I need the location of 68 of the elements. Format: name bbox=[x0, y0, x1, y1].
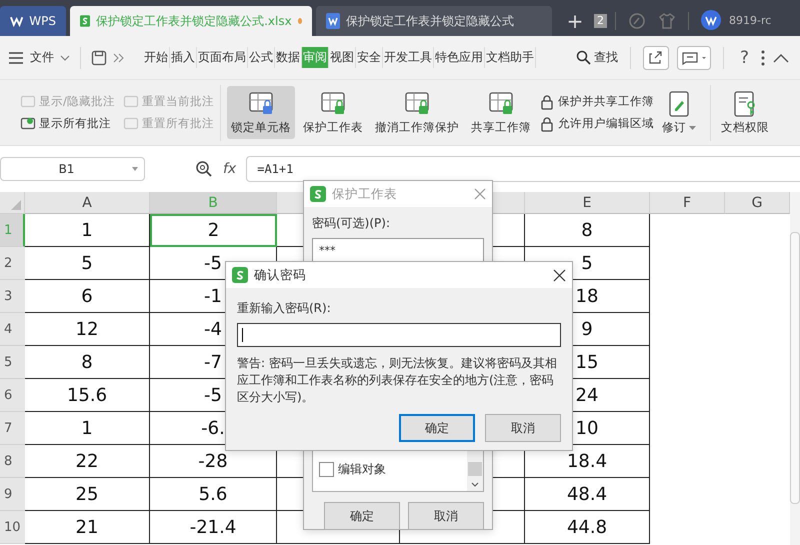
file-tab[interactable]: 保护锁定工作表并锁定隐藏公式 bbox=[316, 6, 552, 36]
table-cell: 1 bbox=[25, 412, 150, 445]
row-header[interactable]: 5 bbox=[0, 346, 25, 379]
table-cell: 48.4 bbox=[525, 478, 650, 511]
ribbon-button[interactable]: 允许用户编辑区域 bbox=[538, 116, 654, 132]
revise-button[interactable]: 修订 bbox=[658, 86, 700, 139]
table-cell: 5 bbox=[25, 247, 150, 280]
row-header[interactable]: 8 bbox=[0, 445, 25, 478]
revise-label: 修订 bbox=[662, 120, 696, 135]
new-tab-button[interactable]: + bbox=[560, 6, 590, 36]
name-box[interactable]: B1 bbox=[0, 157, 145, 181]
row-header[interactable]: 7 bbox=[0, 412, 25, 445]
ribbon-tab[interactable]: 开发工具 bbox=[383, 47, 434, 68]
ribbon-tab[interactable]: 视图 bbox=[329, 47, 356, 68]
table-cell: 25 bbox=[25, 478, 150, 511]
file-tab[interactable]: WPS bbox=[0, 6, 66, 36]
document-rights-button[interactable]: 文档权限 bbox=[716, 86, 773, 139]
user-name[interactable]: 8919-rc bbox=[729, 14, 772, 27]
table-cell: 6 bbox=[25, 280, 150, 313]
ribbon-tab[interactable]: 页面布局 bbox=[197, 47, 248, 68]
tab-title: 保护锁定工作表并锁定隐藏公式.xlsx bbox=[96, 12, 292, 30]
table-cell: -21.4 bbox=[150, 511, 277, 544]
password-field[interactable]: *** bbox=[312, 238, 484, 262]
function-button[interactable]: fx bbox=[223, 161, 236, 177]
option-label: 编辑对象 bbox=[338, 461, 386, 478]
ribbon-button[interactable]: 保护并共享工作簿 bbox=[538, 94, 654, 110]
table-cell: 22 bbox=[25, 445, 150, 478]
column-header[interactable]: F bbox=[650, 192, 725, 214]
ribbon-tab[interactable]: 插入 bbox=[170, 47, 197, 68]
search-button[interactable]: 查找 bbox=[576, 49, 618, 66]
row-header[interactable]: 10 bbox=[0, 511, 25, 544]
ribbon-tab[interactable]: 开始 bbox=[143, 47, 170, 68]
column-header[interactable]: E bbox=[525, 192, 650, 214]
table-cell: 21 bbox=[25, 511, 150, 544]
table-cell: 2 bbox=[150, 214, 277, 247]
tab-title: WPS bbox=[29, 14, 56, 28]
file-menu[interactable]: 文件 bbox=[30, 49, 70, 66]
table-cell: 8 bbox=[525, 214, 650, 247]
ribbon-tab[interactable]: 特色应用 bbox=[434, 47, 485, 68]
table-cell: 5.6 bbox=[150, 478, 277, 511]
row-header[interactable]: 3 bbox=[0, 280, 25, 313]
row-header[interactable]: 2 bbox=[0, 247, 25, 280]
ribbon-button[interactable]: 撤消工作簿保护 bbox=[370, 86, 463, 139]
ribbon-button[interactable]: 共享工作簿 bbox=[466, 86, 535, 139]
table-cell: 12 bbox=[25, 313, 150, 346]
tab-title: 保护锁定工作表并锁定隐藏公式 bbox=[346, 12, 514, 30]
row-header[interactable]: 6 bbox=[0, 379, 25, 412]
ok-button[interactable]: 确定 bbox=[399, 414, 475, 442]
table-cell: 15.6 bbox=[25, 379, 150, 412]
cancel-button[interactable]: 取消 bbox=[485, 414, 561, 442]
ribbon-button[interactable]: 锁定单元格 bbox=[226, 86, 295, 139]
column-header[interactable]: G bbox=[725, 192, 790, 214]
help-button[interactable]: ? bbox=[736, 48, 754, 68]
row-header[interactable]: 9 bbox=[0, 478, 25, 511]
ribbon-tab[interactable]: 文档助手 bbox=[485, 47, 536, 68]
column-header[interactable]: A bbox=[25, 192, 150, 214]
ok-button[interactable]: 确定 bbox=[324, 502, 400, 530]
comment-button[interactable]: 显示所有批注 bbox=[20, 116, 115, 132]
dialog-title: 保护工作表 bbox=[332, 186, 397, 202]
row-header[interactable]: 4 bbox=[0, 313, 25, 346]
cancel-button[interactable]: 取消 bbox=[408, 502, 484, 530]
ribbon-tab[interactable]: 安全 bbox=[356, 47, 383, 68]
ribbon-tab[interactable]: 公式 bbox=[248, 47, 275, 68]
table-cell: 8 bbox=[25, 346, 150, 379]
table-cell: 44.8 bbox=[525, 511, 650, 544]
ribbon-button[interactable]: 保护工作表 bbox=[298, 86, 367, 139]
table-cell: 1 bbox=[25, 214, 150, 247]
field-label: 密码(可选)(P): bbox=[312, 215, 392, 232]
